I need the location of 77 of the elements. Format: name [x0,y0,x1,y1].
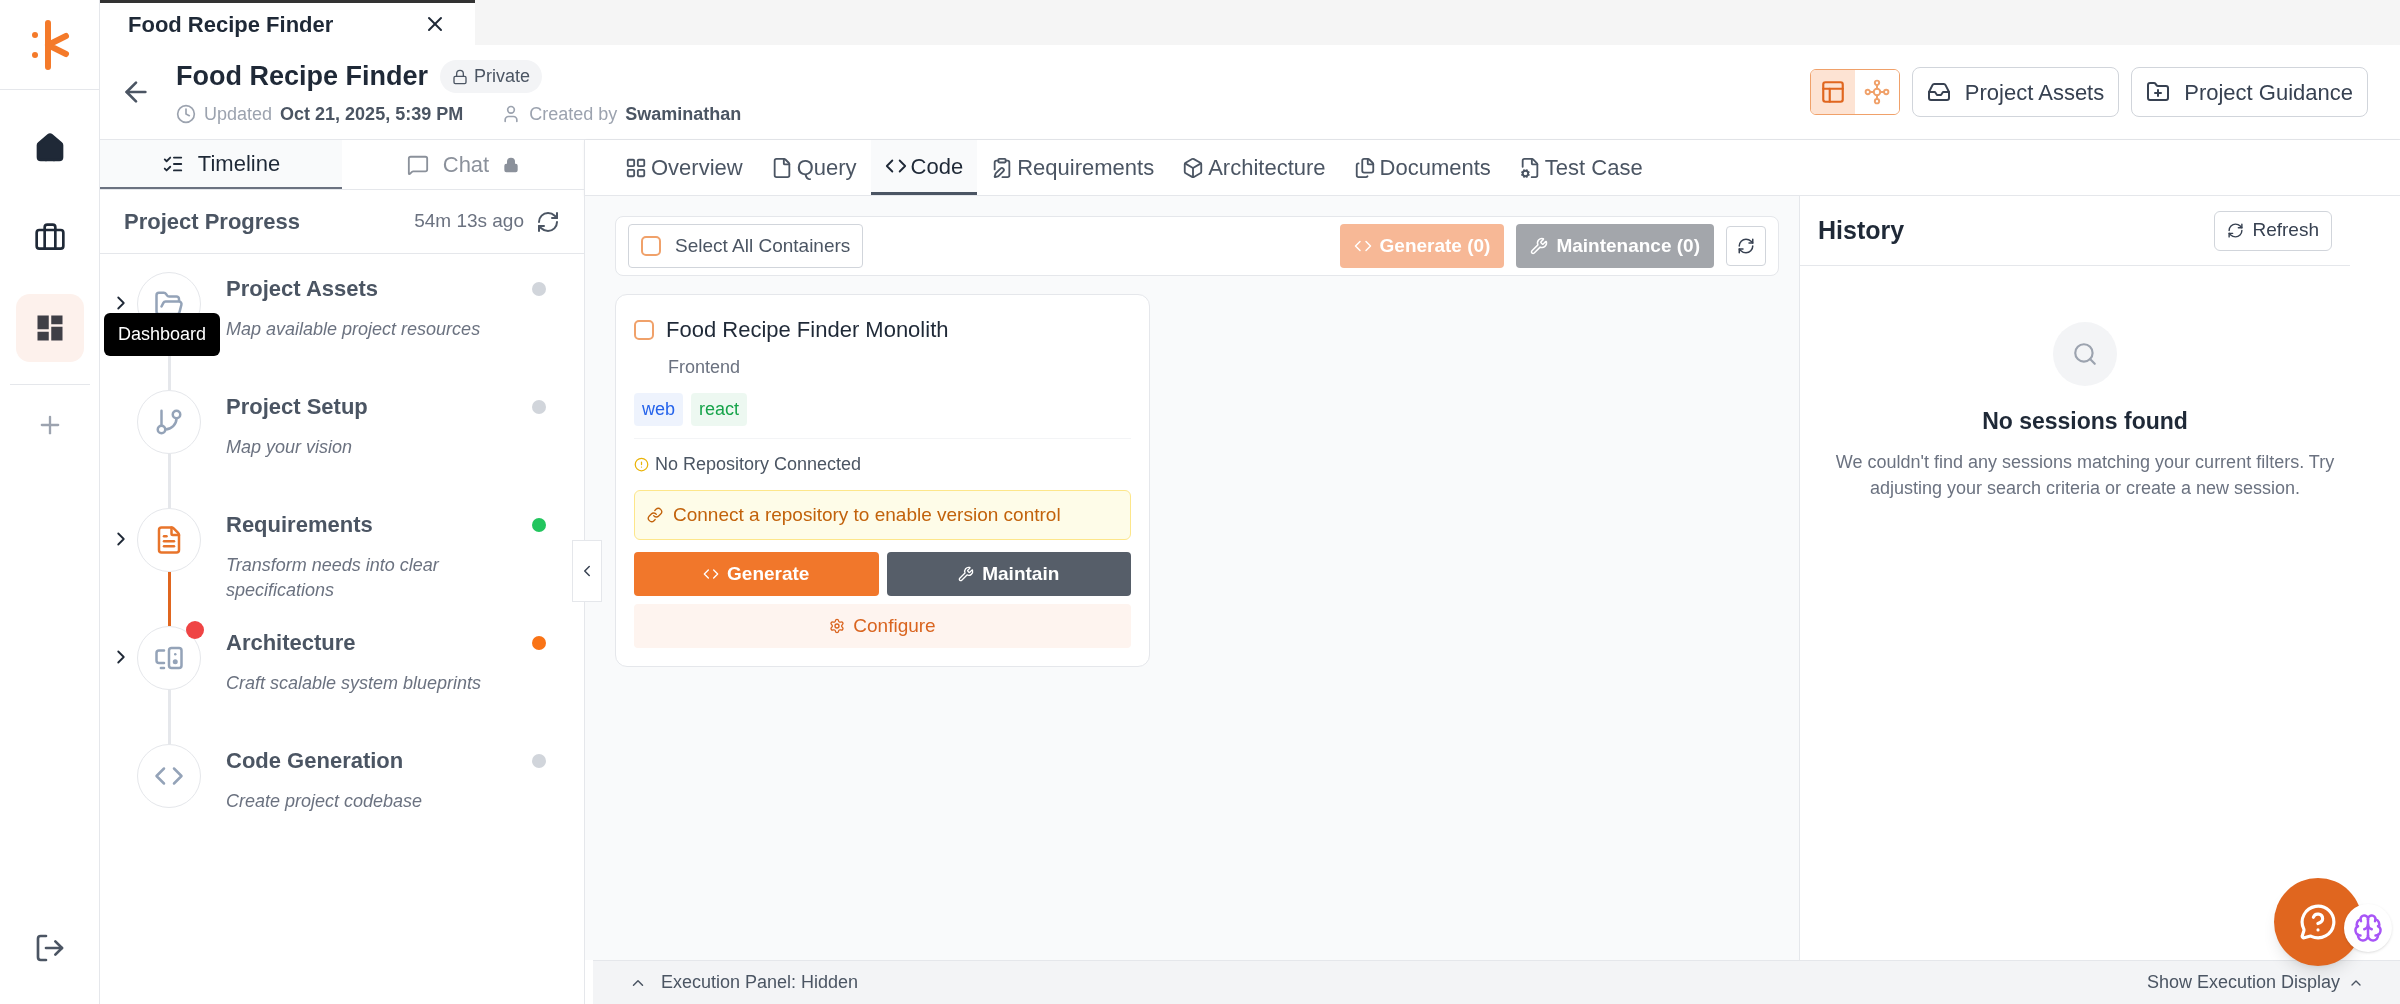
step-description: Craft scalable system blueprints [226,672,483,695]
rail-button[interactable] [15,294,84,362]
tooltip: Dashboard [104,313,221,356]
step-description: Transform needs into clear specifications [226,554,441,602]
repository-notice: Connect a repository to enable version control [634,490,1131,540]
main-tab[interactable]: Query [756,140,871,195]
grid-icon [625,156,647,179]
updated-date: Oct 21, 2025, 5:39 PM [280,102,464,126]
code-icon [703,566,720,582]
step-title: Project Assets [226,275,379,303]
timeline-step[interactable]: Requirements Transform needs into clear specifications [110,508,546,626]
reload-button[interactable] [1726,226,1766,266]
main-tab[interactable]: Architecture [1168,140,1340,195]
clock-icon [176,104,196,125]
window-tab[interactable]: Food Recipe Finder [100,0,475,45]
step-title: Code Generation [226,747,404,775]
layout-icon [1819,79,1846,105]
file-gear-icon [1518,156,1541,179]
progress-title: Project Progress [124,208,301,236]
private-badge: Private [440,60,543,93]
main-tab[interactable]: Code [870,140,978,195]
warning-icon [634,457,649,472]
files-icon [1353,156,1376,179]
step-title: Requirements [226,511,373,539]
main-tab[interactable]: Test Case [1504,140,1657,195]
project-title: Food Recipe Finder [176,60,429,94]
header-button[interactable]: Project Assets [1911,67,2120,117]
link-icon [647,507,663,523]
show-execution-link[interactable]: Show Execution Display [2146,969,2364,996]
main-tab[interactable]: Requirements [977,140,1169,195]
empty-title: No sessions found [1982,407,2188,436]
container-type: Frontend [668,356,742,379]
refresh-icon [2227,222,2245,239]
empty-message: We couldn't find any sessions matching your current filters. Try adjusting your search criteria or create a new session. [1834,450,2336,500]
select-all-button[interactable]: Select All Containers [628,224,864,268]
lock-icon [503,156,520,173]
step-title: Architecture [226,629,356,657]
created-label: Created by [529,102,618,126]
container-title: Food Recipe Finder Monolith [666,316,949,344]
timeline-step[interactable]: Project Setup Map your vision [110,390,546,508]
step-description: Map available project resources [226,318,482,341]
tag: web [634,393,684,426]
timeline-step[interactable]: Architecture Craft scalable system blueprints [110,626,546,744]
history-title: History [1818,214,1905,246]
checkbox[interactable] [641,236,661,256]
panel-tab[interactable]: Timeline [100,140,342,189]
brain-icon [2353,913,2383,943]
refresh-button[interactable]: Refresh [2214,210,2332,251]
refresh-icon [1737,237,1755,255]
updated-label: Updated [204,102,273,126]
wrench-icon [958,566,975,582]
refresh-icon[interactable] [536,209,560,234]
nodes-icon [1863,79,1890,105]
timeline-step[interactable]: Code Generation Create project codebase [110,744,546,862]
repo-status: No Repository Connected [655,453,862,476]
step-title: Project Setup [226,393,368,421]
header-button[interactable]: Project Guidance [2131,67,2368,117]
cube-icon [1182,156,1205,179]
main-tab[interactable]: Overview [611,140,757,195]
wrench-icon [1530,237,1549,255]
tag: react [691,393,748,426]
step-description: Create project codebase [226,790,424,813]
progress-time: 54m 13s ago [414,209,524,234]
help-icon [2299,903,2337,941]
branch-icon [154,407,184,437]
lock-icon [452,68,469,85]
checkbox[interactable] [634,319,654,340]
step-description: Map your vision [226,436,354,459]
gear-icon [829,618,846,634]
chat-icon [406,153,429,176]
folder-plus-icon [2146,80,2171,104]
main-tab[interactable]: Documents [1339,140,1505,195]
maintain-button[interactable]: Maintain [886,552,1131,596]
execution-status: Execution Panel: Hidden [661,971,859,994]
creator-name: Swaminathan [625,102,742,126]
inbox-icon [1926,80,1951,104]
view-mode-button[interactable] [1810,70,1855,114]
